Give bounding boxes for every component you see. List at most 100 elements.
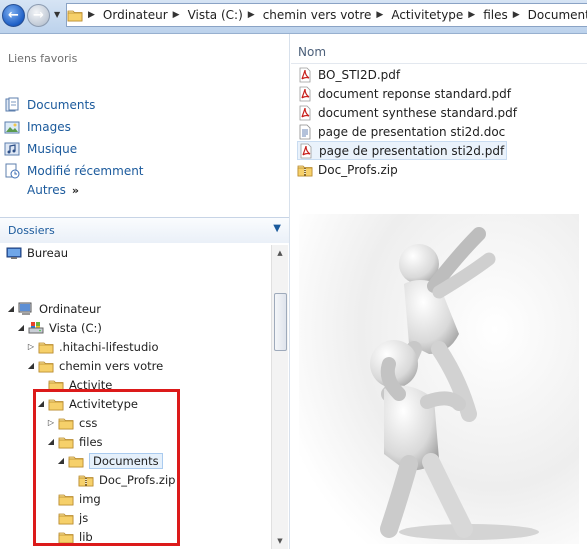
folder-icon <box>58 510 74 526</box>
recent-icon <box>4 163 20 179</box>
expanded-arrow-icon[interactable]: ◢ <box>16 323 26 332</box>
tree-item-activitetype[interactable]: ◢ Activitetype <box>36 394 138 413</box>
file-item-selected[interactable]: page de presentation sti2d.pdf <box>297 141 507 160</box>
favorite-images[interactable]: Images <box>4 117 71 137</box>
folder-icon <box>48 377 64 393</box>
folder-icon <box>58 491 74 507</box>
tree-item-css[interactable]: ▷ css <box>46 413 97 432</box>
file-item[interactable]: page de presentation sti2d.doc <box>297 122 507 141</box>
more-favorites-label: Autres <box>27 183 66 197</box>
breadcrumb-separator-icon[interactable]: ▶ <box>243 10 263 20</box>
tree-item-label: Doc_Profs.zip <box>99 472 176 487</box>
collapsed-arrow-icon[interactable]: ▷ <box>26 342 36 351</box>
folder-icon <box>67 4 83 26</box>
tree-item-label: img <box>79 491 101 506</box>
address-bar[interactable]: ▶ Ordinateur ▶ Vista (C:) ▶ chemin vers … <box>66 3 587 27</box>
breadcrumb-separator-icon[interactable]: ▶ <box>463 10 483 20</box>
tree-item-label: Bureau <box>27 245 69 260</box>
folder-tree-scrollbar[interactable]: ▲ ▼ <box>271 245 288 549</box>
tree-item-label: lib <box>79 529 93 544</box>
column-header-name[interactable]: Nom <box>291 42 587 64</box>
back-arrow-icon: ← <box>8 8 19 23</box>
tree-item-activite[interactable]: Activite <box>36 375 112 394</box>
expanded-arrow-icon[interactable]: ◢ <box>26 361 36 370</box>
more-favorites-link[interactable]: Autres » <box>27 183 79 197</box>
breadcrumb-separator-icon[interactable]: ▶ <box>508 10 528 20</box>
tree-item-label: Vista (C:) <box>49 320 102 335</box>
folder-icon <box>58 415 74 431</box>
favorite-label: Musique <box>27 142 78 156</box>
breadcrumb-item[interactable]: chemin vers votre <box>263 8 372 22</box>
tree-item-label: Ordinateur <box>39 301 102 316</box>
forward-arrow-icon: → <box>33 8 44 23</box>
favorite-label: Documents <box>27 98 96 112</box>
scroll-up-icon[interactable]: ▲ <box>272 245 288 261</box>
favorite-label: Modifié récemment <box>27 164 144 178</box>
breadcrumb-item[interactable]: Ordinateur <box>103 8 168 22</box>
tree-item-documents[interactable]: ◢ Documents <box>56 451 163 470</box>
breadcrumb-item[interactable]: Documents <box>528 8 587 22</box>
breadcrumb-separator-icon[interactable]: ▶ <box>83 10 103 20</box>
file-name: document synthese standard.pdf <box>318 105 517 120</box>
folders-title: Dossiers <box>8 224 55 237</box>
expanded-arrow-icon[interactable]: ◢ <box>36 399 46 408</box>
scroll-down-icon[interactable]: ▼ <box>272 533 288 549</box>
favorite-label: Images <box>27 120 71 134</box>
desktop-icon <box>6 245 22 261</box>
tree-item-label: .hitachi-lifestudio <box>59 339 159 354</box>
breadcrumb-item[interactable]: Vista (C:) <box>188 8 243 22</box>
tree-item-doc-profs-zip[interactable]: Doc_Profs.zip <box>66 470 175 489</box>
double-chevron-right-icon: » <box>71 184 79 197</box>
music-icon <box>4 141 20 157</box>
folders-header[interactable]: Dossiers ▼ <box>0 217 289 243</box>
expanded-arrow-icon[interactable]: ◢ <box>6 304 16 313</box>
tree-item-label: Activitetype <box>69 396 138 411</box>
tree-item-bureau[interactable]: Bureau <box>6 243 68 262</box>
tree-item-label: Documents <box>89 452 163 469</box>
tree-item-img[interactable]: img <box>46 489 101 508</box>
file-item[interactable]: BO_STI2D.pdf <box>297 65 507 84</box>
tree-item-js[interactable]: js <box>46 508 88 527</box>
breadcrumb-item[interactable]: files <box>483 8 508 22</box>
open-folder-icon <box>68 453 84 469</box>
images-icon <box>4 119 20 135</box>
file-item[interactable]: document reponse standard.pdf <box>297 84 511 103</box>
chevron-down-icon: ▼ <box>54 10 61 19</box>
chevron-down-icon[interactable]: ▼ <box>273 223 281 234</box>
tree-item-chemin[interactable]: ◢ chemin vers votre <box>26 356 163 375</box>
tree-item-label: chemin vers votre <box>59 358 164 373</box>
tree-item-ordinateur[interactable]: ◢ Ordinateur <box>6 299 101 318</box>
tree-item-label: js <box>79 510 89 525</box>
recent-pages-dropdown[interactable]: ▼ <box>54 10 64 20</box>
expanded-arrow-icon[interactable]: ◢ <box>46 437 56 446</box>
favorite-documents[interactable]: Documents <box>4 95 95 115</box>
tree-item-label: Activite <box>69 377 113 392</box>
climbing-figures-illustration <box>299 214 579 544</box>
folder-icon <box>38 358 54 374</box>
file-item[interactable]: Doc_Profs.zip <box>297 160 507 179</box>
scrollbar-thumb[interactable] <box>274 293 287 351</box>
documents-icon <box>4 97 20 113</box>
favorite-recent[interactable]: Modifié récemment <box>4 161 144 181</box>
expanded-arrow-icon[interactable]: ◢ <box>56 456 66 465</box>
pdf-icon <box>298 143 314 159</box>
collapsed-arrow-icon[interactable]: ▷ <box>46 418 56 427</box>
pdf-icon <box>297 67 313 83</box>
file-item[interactable]: document synthese standard.pdf <box>297 103 517 122</box>
forward-button[interactable]: → <box>27 4 50 27</box>
favorite-music[interactable]: Musique <box>4 139 77 159</box>
breadcrumb-separator-icon[interactable]: ▶ <box>371 10 391 20</box>
folder-icon <box>48 396 64 412</box>
tree-item-lib[interactable]: lib <box>46 527 93 546</box>
folder-icon <box>58 529 74 545</box>
breadcrumb-separator-icon[interactable]: ▶ <box>168 10 188 20</box>
file-name: page de presentation sti2d.pdf <box>319 143 505 158</box>
tree-item-files[interactable]: ◢ files <box>46 432 103 451</box>
drive-icon <box>28 320 44 336</box>
breadcrumb-item[interactable]: Activitetype <box>391 8 463 22</box>
zip-folder-icon <box>78 472 94 488</box>
tree-item-hitachi[interactable]: ▷ .hitachi-lifestudio <box>26 337 159 356</box>
tree-item-vista-c[interactable]: ◢ Vista (C:) <box>16 318 102 337</box>
back-button[interactable]: ← <box>2 4 25 27</box>
favorites-title: Liens favoris <box>8 52 78 65</box>
